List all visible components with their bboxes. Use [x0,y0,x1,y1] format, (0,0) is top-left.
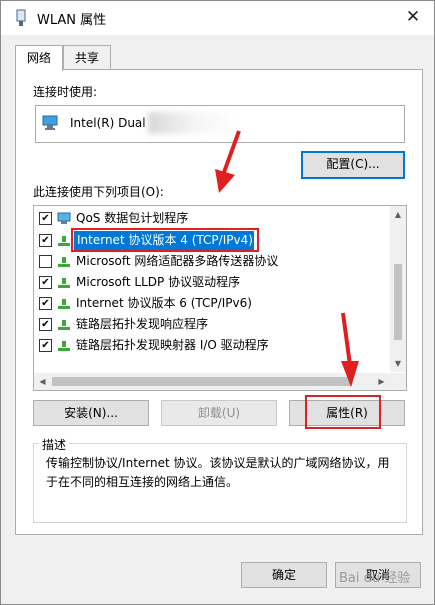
description-line-2: 于在不同的相互连接的网络上通信。 [46,475,239,489]
tab-network[interactable]: 网络 [15,45,63,71]
list-item[interactable]: ✔ Internet 协议版本 6 (TCP/IPv6) [34,293,384,314]
network-protocol-icon [58,278,70,288]
item-checkbox[interactable]: ✔ [39,318,52,331]
list-item[interactable]: ✔ 链路层拓扑发现响应程序 [34,314,384,335]
wlan-adapter-icon [16,9,26,26]
scroll-down-icon[interactable]: ▼ [390,355,406,372]
title-bar[interactable]: WLAN 属性 ✕ [1,1,434,35]
network-protocol-icon [58,320,70,330]
wlan-properties-dialog: WLAN 属性 ✕ 网络 共享 连接时使用: Intel(R) Dual 配置(… [0,0,435,605]
list-item[interactable]: ✔ 链路层拓扑发现映射器 I/O 驱动程序 [34,335,384,356]
network-protocol-icon [58,341,70,351]
item-label: Microsoft LLDP 协议驱动程序 [76,275,241,289]
list-item[interactable]: ✔ Microsoft LLDP 协议驱动程序 [34,272,384,293]
item-checkbox[interactable]: ✔ [39,339,52,352]
item-checkbox[interactable]: ✔ [39,212,52,225]
item-label: Microsoft 网络适配器多路传送器协议 [76,254,279,268]
network-adapter-icon [42,115,58,130]
item-label: 链路层拓扑发现映射器 I/O 驱动程序 [76,338,269,352]
annotation-arrow-icon [215,130,241,193]
network-protocol-icon [58,236,70,246]
list-item[interactable]: Microsoft 网络适配器多路传送器协议 [34,251,384,272]
scroll-right-icon[interactable]: ▶ [373,373,390,390]
network-protocol-icon [58,299,70,309]
description-line-1: 传输控制协议/Internet 协议。该协议是默认的广域网络协议，用 [46,456,390,470]
properties-highlight-box [305,395,381,429]
adapter-name: Intel(R) Dual [70,116,146,130]
close-icon[interactable]: ✕ [400,5,426,29]
items-list-label: 此连接使用下列项目(O): [33,185,164,199]
item-label: 链路层拓扑发现响应程序 [76,317,209,331]
scroll-left-icon[interactable]: ◀ [34,373,51,390]
window-title: WLAN 属性 [37,13,107,28]
vertical-scroll-thumb[interactable] [394,264,402,340]
vertical-scrollbar[interactable]: ▲ ▼ [390,206,406,372]
description-title: 描述 [39,436,70,453]
network-protocol-icon [58,257,70,267]
annotation-arrow-icon [341,312,359,387]
item-label: QoS 数据包计划程序 [76,211,189,225]
item-label: Internet 协议版本 6 (TCP/IPv6) [76,296,252,310]
item-checkbox[interactable]: ✔ [39,276,52,289]
item-checkbox[interactable] [39,255,52,268]
item-checkbox[interactable]: ✔ [39,297,52,310]
description-group: 传输控制协议/Internet 协议。该协议是默认的广域网络协议，用 于在不同的… [33,443,407,523]
list-item[interactable]: ✔ QoS 数据包计划程序 [34,208,384,229]
scroll-up-icon[interactable]: ▲ [390,206,406,223]
ipv4-highlight-box [71,228,259,252]
connect-using-label: 连接时使用: [33,85,98,99]
install-button[interactable]: 安装(N)... [33,400,149,426]
item-checkbox[interactable]: ✔ [39,234,52,247]
uninstall-button[interactable]: 卸载(U) [161,400,277,426]
configure-button[interactable]: 配置(C)... [301,151,405,179]
qos-icon [57,212,71,224]
tab-sharing[interactable]: 共享 [63,45,111,70]
watermark: Bai du 经验 [339,571,411,586]
description-text: 传输控制协议/Internet 协议。该协议是默认的广域网络协议，用 于在不同的… [46,454,398,492]
ok-button[interactable]: 确定 [241,562,327,588]
horizontal-scroll-thumb[interactable] [52,377,352,386]
